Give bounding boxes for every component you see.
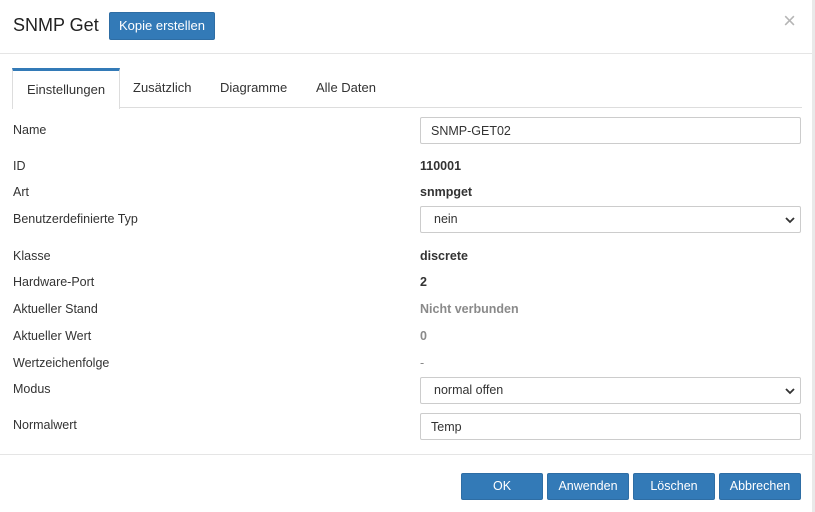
- name-label: Name: [13, 123, 47, 137]
- tab-diagramme[interactable]: Diagramme: [206, 68, 301, 108]
- hardware-port-value: 2: [420, 275, 427, 289]
- footer-divider: [0, 454, 812, 455]
- close-icon[interactable]: ×: [783, 10, 796, 32]
- mode-selected: normal offen: [434, 383, 504, 397]
- snmp-get-dialog: SNMP Get Kopie erstellen × Einstellungen…: [0, 0, 815, 512]
- id-value: 110001: [420, 159, 462, 173]
- mode-select[interactable]: normal offen: [420, 377, 801, 404]
- cancel-button[interactable]: Abbrechen: [719, 473, 801, 500]
- chevron-down-icon: [785, 388, 795, 395]
- chevron-down-icon: [785, 217, 795, 224]
- current-value-label: Aktueller Wert: [13, 329, 92, 343]
- art-value: snmpget: [420, 185, 473, 199]
- copy-button[interactable]: Kopie erstellen: [109, 12, 215, 40]
- mode-label: Modus: [13, 382, 51, 396]
- dialog-title: SNMP Get: [13, 15, 99, 35]
- id-label: ID: [13, 159, 26, 173]
- current-value-value: 0: [420, 329, 427, 343]
- value-string-label: Wertzeichenfolge: [13, 356, 110, 370]
- klasse-label: Klasse: [13, 249, 51, 263]
- custom-type-selected: nein: [434, 212, 458, 226]
- current-state-value: Nicht verbunden: [420, 302, 519, 316]
- ok-button[interactable]: OK: [461, 473, 543, 500]
- normal-value-label: Normalwert: [13, 418, 77, 432]
- dialog-header: SNMP Get Kopie erstellen ×: [0, 0, 812, 54]
- tab-zusaetzlich[interactable]: Zusätzlich: [119, 68, 206, 108]
- hardware-port-label: Hardware-Port: [13, 275, 95, 289]
- art-label: Art: [13, 185, 29, 199]
- name-input[interactable]: [420, 117, 801, 144]
- custom-type-label: Benutzerdefinierte Typ: [13, 212, 138, 226]
- normal-value-input[interactable]: [420, 413, 801, 440]
- current-state-label: Aktueller Stand: [13, 302, 98, 316]
- apply-button[interactable]: Anwenden: [547, 473, 629, 500]
- custom-type-select[interactable]: nein: [420, 206, 801, 233]
- delete-button[interactable]: Löschen: [633, 473, 715, 500]
- tab-bar: Einstellungen Zusätzlich Diagramme Alle …: [12, 68, 802, 109]
- klasse-value: discrete: [420, 249, 468, 263]
- tab-einstellungen[interactable]: Einstellungen: [12, 68, 121, 109]
- tab-alle-daten[interactable]: Alle Daten: [302, 68, 390, 108]
- value-string-value: -: [420, 356, 425, 370]
